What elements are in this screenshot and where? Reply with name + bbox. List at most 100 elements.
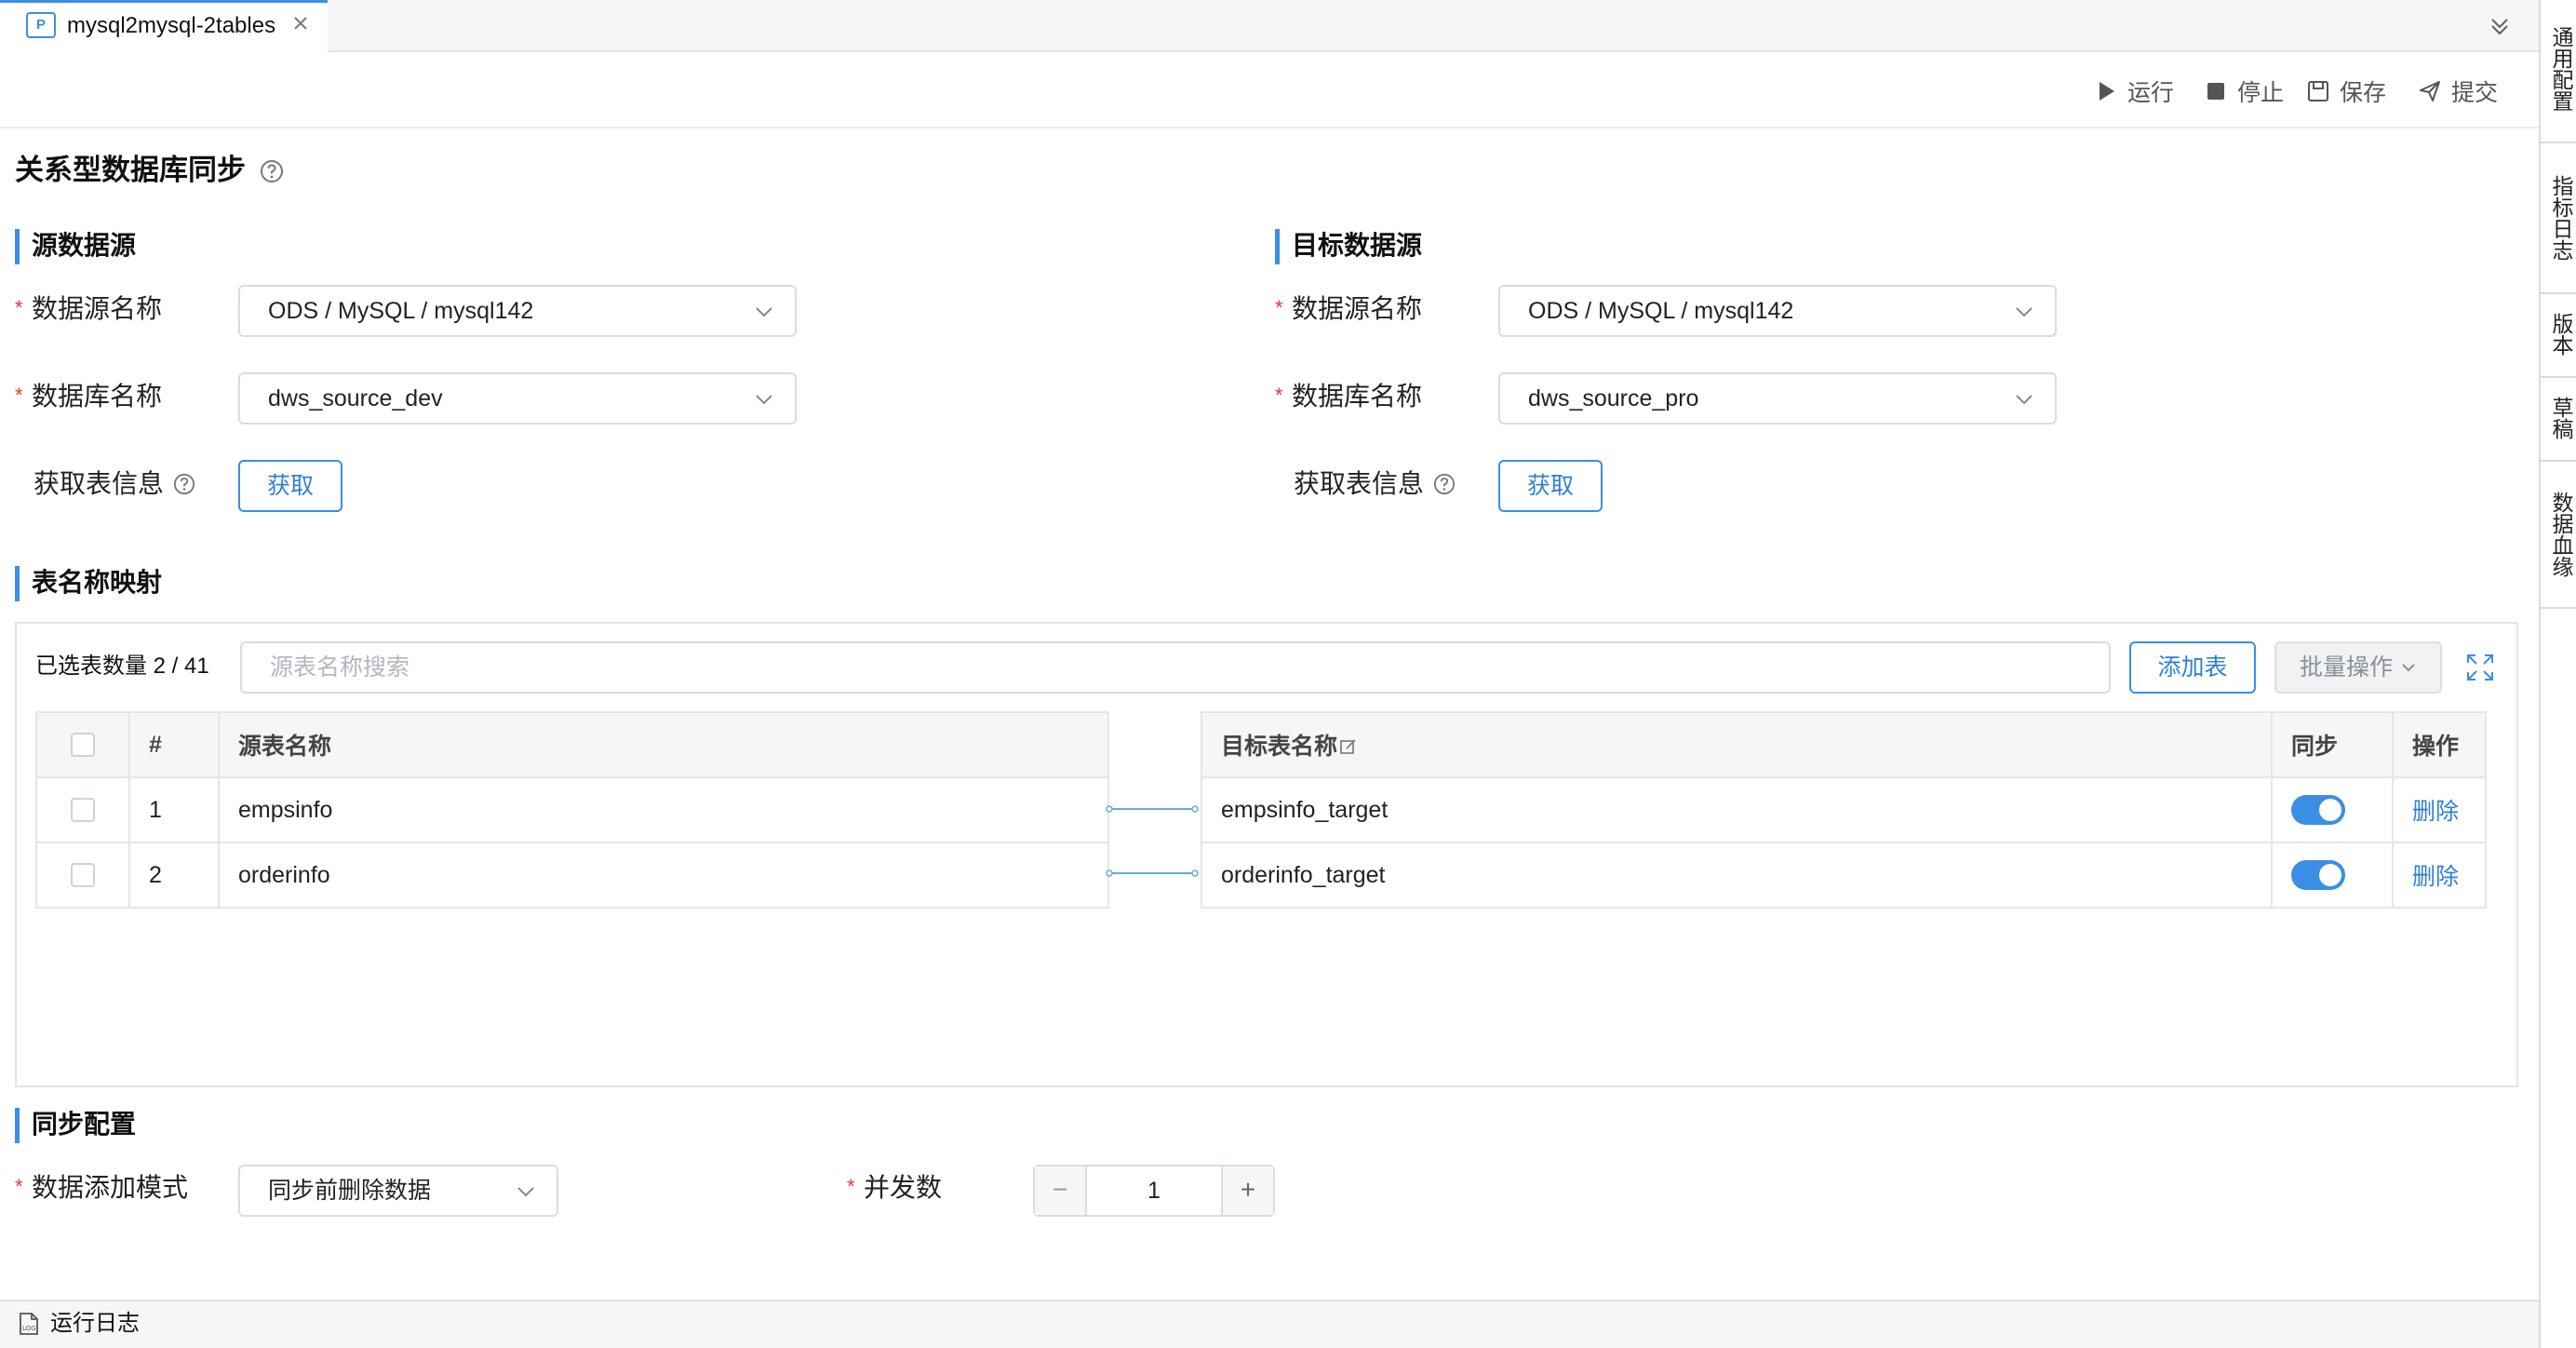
required-mark: * [15, 384, 23, 407]
section-marker [15, 229, 20, 264]
row-checkbox[interactable] [71, 863, 95, 887]
save-label: 保存 [2340, 80, 2387, 106]
header-target-name: 目标表名称 [1201, 711, 2273, 778]
target-datasource-label: 数据源名称 [1292, 294, 1423, 323]
table-row: 1 empsinfo [35, 776, 1109, 843]
batch-actions-button[interactable]: 批量操作 [2274, 641, 2442, 694]
submit-label: 提交 [2451, 80, 2499, 106]
source-table-header: # 源表名称 [35, 711, 1109, 778]
help-icon[interactable] [173, 473, 195, 495]
save-button[interactable]: 保存 [2306, 74, 2386, 108]
source-datasource-select[interactable]: ODS / MySQL / mysql142 [238, 285, 797, 337]
submit-button[interactable]: 提交 [2418, 74, 2498, 108]
divider [2541, 460, 2576, 462]
append-mode-value: 同步前删除数据 [268, 1178, 432, 1204]
sync-config-section-title: 同步配置 [32, 1110, 137, 1139]
append-mode-label: 数据添加模式 [32, 1173, 189, 1202]
selected-count: 已选表数量 2 / 41 [35, 654, 209, 679]
concurrency-label: 并发数 [864, 1173, 943, 1202]
mapping-section-title: 表名称映射 [32, 568, 163, 597]
source-fetch-button[interactable]: 获取 [238, 460, 342, 512]
stop-button[interactable]: 停止 [2204, 74, 2284, 108]
target-fetch-label: 获取表信息 [1294, 469, 1425, 498]
stop-icon [2207, 83, 2224, 100]
run-label: 运行 [2127, 80, 2175, 106]
add-table-button[interactable]: 添加表 [2129, 641, 2256, 694]
run-button[interactable]: 运行 [2094, 74, 2174, 108]
source-database-value: dws_source_dev [268, 385, 443, 411]
required-mark: * [15, 296, 23, 319]
side-item-metric-log[interactable]: 指标日志 [2541, 153, 2576, 283]
target-table: 目标表名称 同步 操作 empsinfo_target 删除 orderinfo… [1201, 711, 2487, 909]
row-index: 1 [128, 776, 220, 843]
target-datasource-select[interactable]: ODS / MySQL / mysql142 [1498, 285, 2057, 337]
section-marker [1275, 229, 1280, 264]
play-icon [2100, 82, 2114, 101]
row-checkbox-cell [35, 776, 130, 843]
send-icon [2420, 81, 2440, 101]
row-index: 2 [128, 842, 220, 909]
side-item-draft[interactable]: 草稿 [2541, 385, 2576, 451]
job-type-icon: P [26, 12, 56, 38]
target-database-value: dws_source_pro [1528, 385, 1699, 411]
close-icon[interactable] [290, 13, 311, 34]
section-marker [15, 566, 20, 601]
divider [2541, 376, 2576, 378]
delete-link[interactable]: 删除 [2392, 842, 2487, 909]
double-chevron-down-icon[interactable] [2485, 11, 2515, 41]
source-table-search-input[interactable]: 源表名称搜索 [240, 641, 2111, 694]
divider [2541, 142, 2576, 143]
table-row: empsinfo_target 删除 [1201, 776, 2487, 843]
source-database-select[interactable]: dws_source_dev [238, 372, 797, 425]
log-icon: LOG [20, 1313, 38, 1335]
target-section-title: 目标数据源 [1292, 231, 1423, 260]
append-mode-select[interactable]: 同步前删除数据 [238, 1165, 558, 1217]
svg-text:LOG: LOG [22, 1325, 36, 1332]
header-action: 操作 [2392, 711, 2487, 778]
source-database-label: 数据库名称 [32, 382, 163, 411]
run-log-tab[interactable]: 运行日志 [50, 1309, 140, 1339]
required-mark: * [1275, 296, 1283, 319]
side-item-lineage[interactable]: 数据血缘 [2541, 469, 2576, 600]
bottom-bar [0, 1300, 2539, 1348]
concurrency-value[interactable]: 1 [1087, 1166, 1221, 1215]
increment-button[interactable]: + [1221, 1166, 1273, 1215]
side-item-version[interactable]: 版本 [2541, 302, 2576, 367]
target-database-label: 数据库名称 [1292, 382, 1423, 411]
source-table: # 源表名称 1 empsinfo 2 orderinfo [35, 711, 1109, 909]
header-source-name: 源表名称 [218, 711, 1109, 778]
edit-icon[interactable] [1339, 737, 1358, 756]
side-item-general-config[interactable]: 通用配置 [2541, 4, 2576, 134]
delete-link[interactable]: 删除 [2392, 776, 2487, 843]
help-icon[interactable] [1433, 473, 1456, 495]
tab-bar [0, 0, 2539, 52]
target-table-name: empsinfo_target [1201, 776, 2273, 843]
chevron-down-icon [2016, 395, 2033, 405]
divider [2541, 607, 2576, 609]
target-database-select[interactable]: dws_source_pro [1498, 372, 2057, 425]
chevron-down-icon [2402, 664, 2415, 672]
batch-actions-label: 批量操作 [2299, 654, 2393, 681]
page-title: 关系型数据库同步 [15, 154, 246, 186]
fullscreen-icon[interactable] [2464, 652, 2496, 683]
source-section-title: 源数据源 [32, 231, 137, 260]
select-all-checkbox[interactable] [71, 733, 95, 757]
row-checkbox[interactable] [71, 798, 95, 822]
header-sync: 同步 [2271, 711, 2394, 778]
sync-toggle[interactable] [2291, 795, 2345, 825]
decrement-button[interactable]: − [1035, 1166, 1087, 1215]
toolbar: 运行 停止 保存 提交 [0, 54, 2539, 128]
required-mark: * [15, 1175, 23, 1198]
stop-label: 停止 [2237, 80, 2285, 106]
required-mark: * [847, 1175, 855, 1198]
target-table-header: 目标表名称 同步 操作 [1201, 711, 2487, 778]
header-target-name-label: 目标表名称 [1221, 734, 1338, 760]
chevron-down-icon [756, 395, 772, 405]
select-all-cell [35, 711, 130, 778]
help-icon[interactable] [260, 159, 284, 183]
save-icon [2308, 81, 2328, 101]
sync-toggle[interactable] [2291, 860, 2345, 890]
target-fetch-button[interactable]: 获取 [1498, 460, 1603, 512]
tab-title: mysql2mysql-2tables [67, 13, 276, 38]
required-mark: * [1275, 384, 1283, 407]
